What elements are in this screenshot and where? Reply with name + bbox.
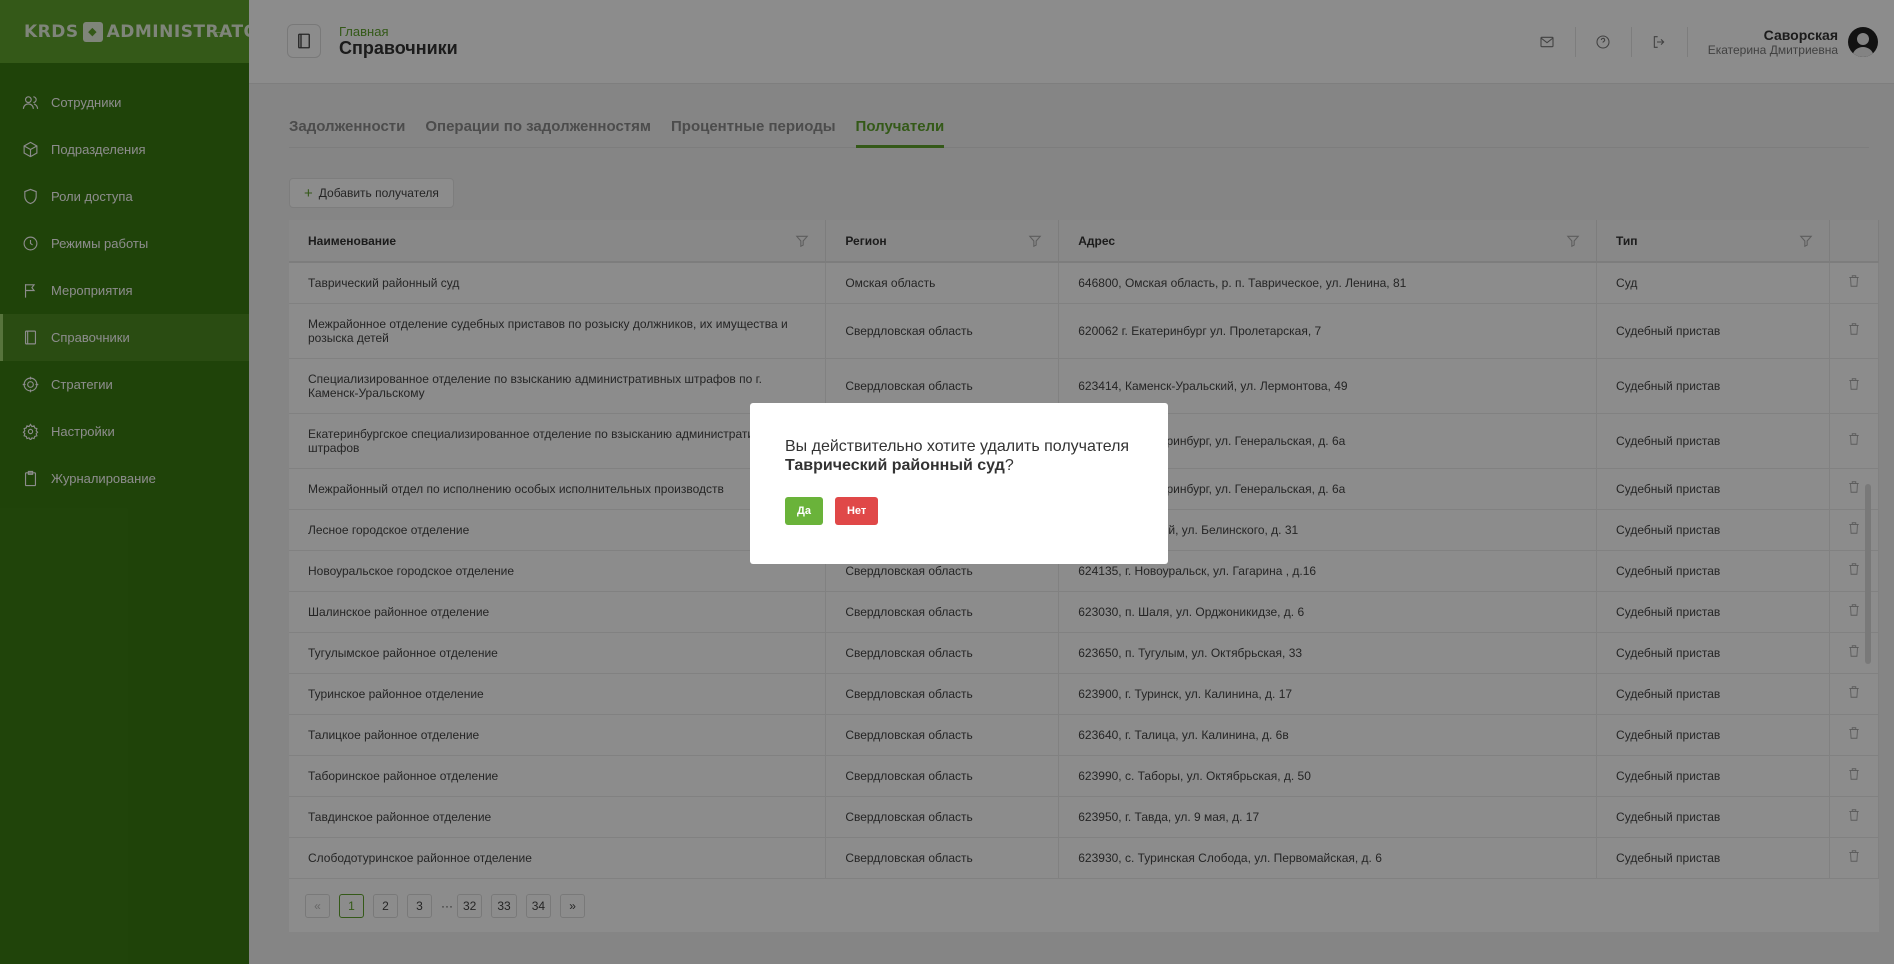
dialog-target-name: Таврический районный суд	[785, 457, 1005, 474]
dialog-question-text: Вы действительно хотите удалить получате…	[785, 438, 1130, 455]
dialog-question-suffix: ?	[1004, 457, 1014, 474]
confirm-no-button[interactable]: Нет	[834, 497, 879, 525]
dialog-question: Вы действительно хотите удалить получате…	[785, 437, 1133, 475]
dialog-buttons: Да Нет	[785, 497, 1133, 525]
confirm-yes-button[interactable]: Да	[785, 497, 823, 525]
delete-confirm-dialog: Вы действительно хотите удалить получате…	[750, 403, 1168, 564]
